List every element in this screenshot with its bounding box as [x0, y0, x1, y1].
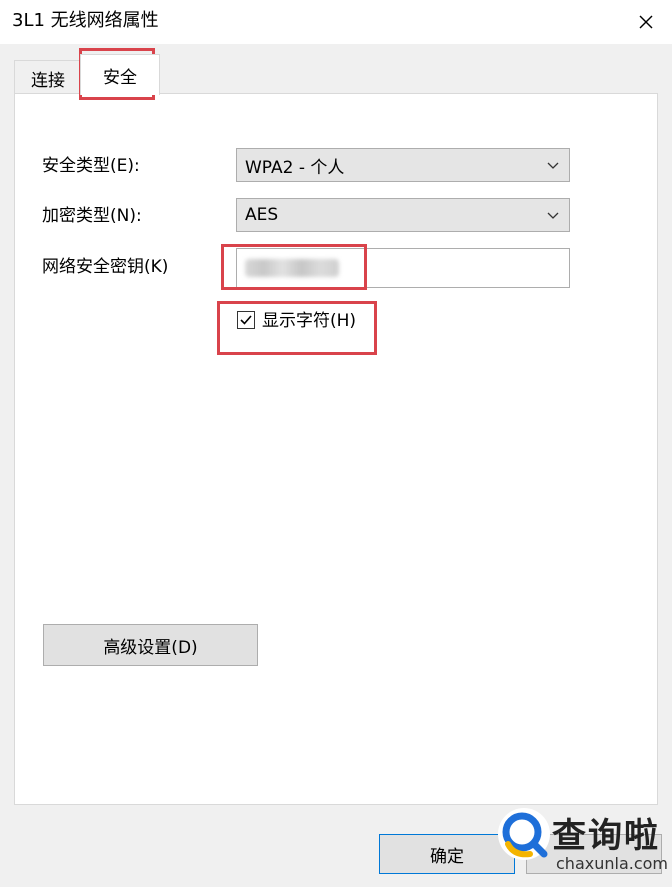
- tab-connection-label: 连接: [31, 70, 65, 91]
- ok-button-label: 确定: [430, 846, 464, 867]
- show-characters-checkbox[interactable]: [237, 311, 255, 329]
- close-button[interactable]: [620, 0, 672, 44]
- search-icon: [498, 808, 550, 860]
- tab-security-label: 安全: [103, 67, 137, 88]
- checkmark-icon: [240, 315, 252, 325]
- watermark-brand: 查询啦: [552, 816, 660, 856]
- encryption-type-select[interactable]: AES: [236, 198, 570, 232]
- close-icon: [639, 15, 653, 29]
- watermark-logo: 查询啦 chaxunla.com: [494, 796, 672, 887]
- advanced-settings-button[interactable]: 高级设置(D): [43, 624, 258, 666]
- security-type-select[interactable]: WPA2 - 个人: [236, 148, 570, 182]
- show-characters-label: 显示字符(H): [262, 311, 357, 331]
- security-type-label: 安全类型(E):: [42, 156, 140, 176]
- window-title: 3L1 无线网络属性: [12, 10, 159, 31]
- security-type-value: WPA2 - 个人: [245, 157, 345, 178]
- watermark-domain: chaxunla.com: [556, 854, 668, 873]
- advanced-settings-label: 高级设置(D): [103, 637, 198, 658]
- chevron-down-icon: [547, 162, 559, 169]
- tab-security[interactable]: 安全: [80, 54, 160, 95]
- network-key-label: 网络安全密钥(K): [42, 257, 169, 277]
- title-bar: 3L1 无线网络属性: [0, 0, 672, 44]
- network-key-input[interactable]: [236, 248, 570, 288]
- encryption-type-label: 加密类型(N):: [42, 206, 142, 226]
- encryption-type-value: AES: [245, 205, 279, 225]
- tab-connection[interactable]: 连接: [14, 60, 82, 95]
- blurred-key-value: [245, 259, 339, 277]
- chevron-down-icon: [547, 212, 559, 219]
